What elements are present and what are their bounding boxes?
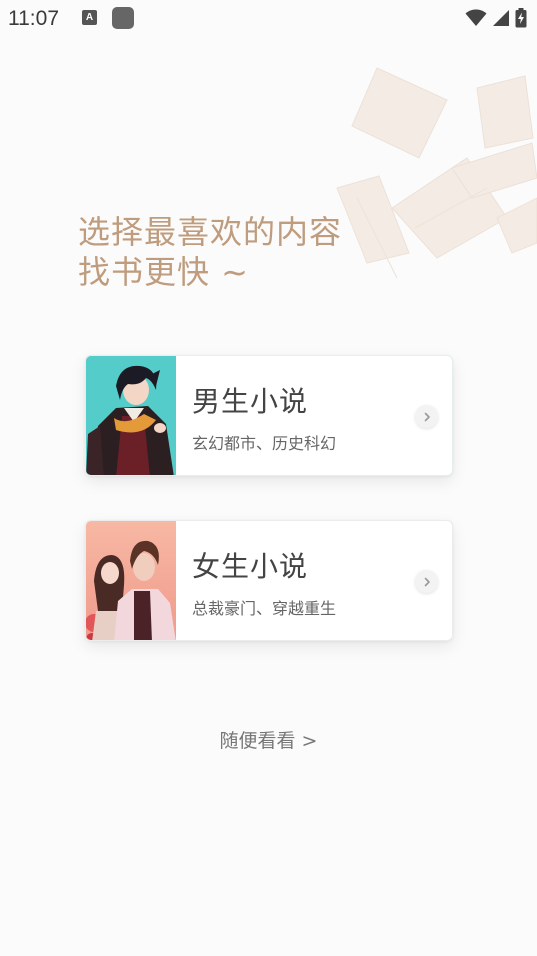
female-novels-subtitle: 总裁豪门、穿越重生 xyxy=(192,599,337,618)
female-novels-title: 女生小说 xyxy=(192,550,309,583)
app-square-icon xyxy=(112,7,134,29)
headline-line-1: 选择最喜欢的内容 xyxy=(78,213,343,251)
a-notification-icon: A xyxy=(82,10,97,25)
female-novels-cover-image xyxy=(86,521,176,640)
category-select-screen: 11:07 A 选择最喜欢的内容 找书更快 ~ 男生小说 玄幻都市、历史科幻 女… xyxy=(0,0,537,956)
male-novels-card[interactable]: 男生小说 玄幻都市、历史科幻 xyxy=(85,355,453,476)
battery-charging-icon xyxy=(515,8,527,28)
male-novels-cover-image xyxy=(86,356,176,475)
browse-randomly-link[interactable]: 随便看看 > xyxy=(0,726,537,753)
status-bar: 11:07 A xyxy=(0,0,537,36)
status-icons xyxy=(465,8,527,28)
status-time: 11:07 xyxy=(8,7,59,30)
headline-line-2: 找书更快 ~ xyxy=(78,253,249,291)
wifi-icon xyxy=(465,9,487,26)
headline: 选择最喜欢的内容 找书更快 ~ xyxy=(78,212,342,292)
female-novels-card[interactable]: 女生小说 总裁豪门、穿越重生 xyxy=(85,520,453,641)
male-novels-title: 男生小说 xyxy=(192,385,309,418)
chevron-right-icon[interactable] xyxy=(415,570,438,593)
cellular-signal-icon xyxy=(493,10,509,26)
chevron-right-icon[interactable] xyxy=(415,405,438,428)
male-novels-subtitle: 玄幻都市、历史科幻 xyxy=(192,434,337,453)
